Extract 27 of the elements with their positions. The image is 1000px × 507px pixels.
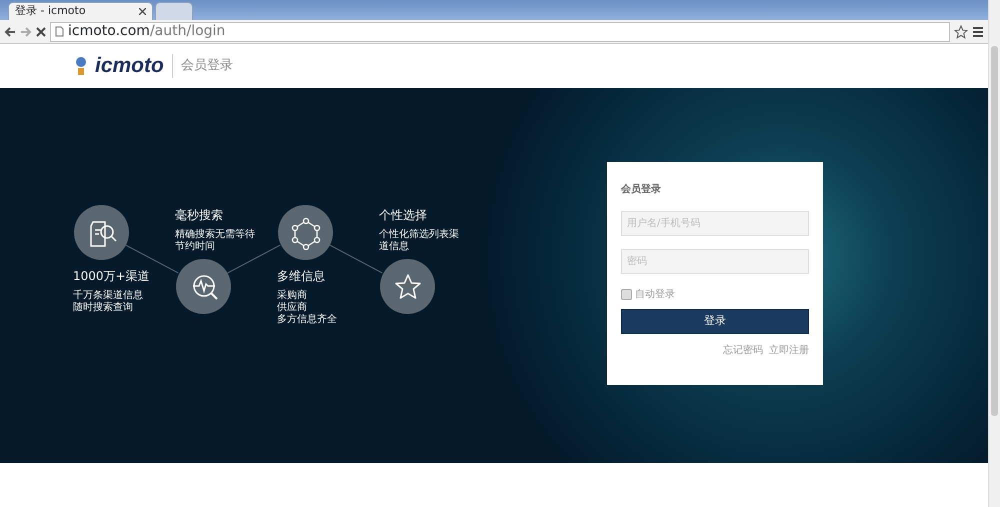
url-text: icmoto.com/auth/login xyxy=(68,22,226,41)
logo-icon xyxy=(75,56,87,76)
feature-title: 1000万+渠道 xyxy=(73,268,150,285)
browser-tab[interactable]: 登录 - icmoto xyxy=(8,2,153,20)
feature-title: 多维信息 xyxy=(277,268,326,285)
header-subtitle: 会员登录 xyxy=(172,54,233,78)
star-icon[interactable] xyxy=(954,24,968,38)
page-icon xyxy=(55,26,64,37)
auto-login-checkbox[interactable] xyxy=(621,289,632,300)
login-title: 会员登录 xyxy=(621,182,662,197)
feature-description: 千万条渠道信息 随时搜索查询 xyxy=(73,290,144,314)
stop-icon[interactable] xyxy=(36,26,46,36)
feature-description: 精确搜索无需等待 节约时间 xyxy=(175,229,255,253)
feature-description: 采购商 供应商 多方信息齐全 xyxy=(277,290,337,326)
username-field[interactable]: 用户名/手机号码 xyxy=(621,211,809,236)
password-field[interactable]: 密码 xyxy=(621,249,809,274)
scrollbar[interactable] xyxy=(988,0,1000,507)
feature-title: 毫秒搜索 xyxy=(175,207,224,224)
auto-login-label: 自动登录 xyxy=(635,288,675,302)
menu-icon[interactable] xyxy=(972,26,984,38)
logo-text: icmoto xyxy=(95,53,164,80)
feature-description: 个性化筛选列表渠 道信息 xyxy=(379,229,459,253)
close-icon[interactable] xyxy=(139,8,146,15)
login-button[interactable]: 登录 xyxy=(621,309,809,334)
feature-title: 个性选择 xyxy=(379,207,428,224)
address-bar[interactable]: icmoto.com/auth/login xyxy=(50,22,950,42)
back-icon[interactable] xyxy=(4,26,16,38)
